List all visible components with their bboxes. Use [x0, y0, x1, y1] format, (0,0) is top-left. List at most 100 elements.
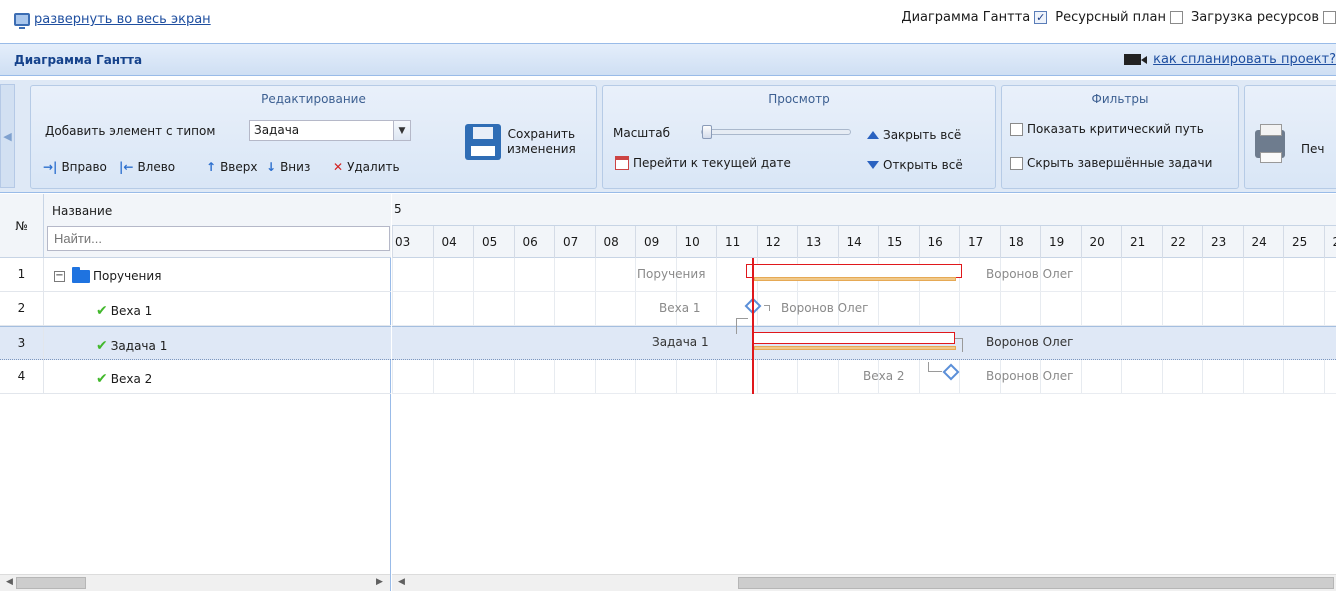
gantt-month-header: 5 [392, 194, 1336, 226]
view-resource-plan-checkbox[interactable] [1169, 11, 1183, 24]
row-name: Веха 1 [110, 304, 153, 318]
summary-bar[interactable] [746, 264, 962, 278]
indent-right-label: Вправо [61, 160, 107, 174]
howto-link-label: как спланировать проект? [1153, 52, 1336, 67]
element-type-select[interactable]: Задача ▼ [249, 120, 411, 141]
grid-scroll-thumb[interactable] [16, 577, 86, 589]
move-down-label: Вниз [280, 160, 311, 174]
element-type-value: Задача [254, 123, 300, 137]
triangle-up-icon [867, 131, 879, 139]
day-column-header: 06 [513, 226, 555, 258]
resource-label: Воронов Олег [986, 369, 1074, 383]
calendar-icon [615, 156, 629, 170]
arrow-right-icon: →| [43, 160, 58, 174]
scroll-left-icon[interactable]: ◀ [398, 577, 405, 587]
printer-icon[interactable] [1255, 124, 1285, 163]
indent-right-button[interactable]: →| Вправо [43, 160, 107, 174]
view-resource-load-label: Загрузка ресурсов [1190, 10, 1319, 25]
add-element-label: Добавить элемент с типом [45, 124, 216, 138]
row-name-cell: ✔ Задача 1 [96, 338, 167, 354]
filters-group: Фильтры Показать критический путь Скрыть… [1001, 85, 1239, 189]
gantt-body: Поручения Воронов Олег Веха 1 Воронов Ол… [392, 258, 1336, 591]
day-column-header: 09 [635, 226, 676, 258]
view-gantt-checkbox[interactable]: ✓ [1034, 11, 1048, 24]
delete-button[interactable]: ✕ Удалить [333, 160, 400, 174]
panel-header: Диаграмма Гантта как спланировать проект… [0, 43, 1336, 76]
column-header-number[interactable]: № [0, 194, 44, 258]
table-row[interactable]: 1 − Поручения [0, 258, 391, 292]
arrow-up-icon: ↑ [206, 160, 217, 174]
day-column-header: 08 [594, 226, 636, 258]
search-input[interactable] [47, 226, 390, 251]
row-number: 1 [0, 258, 44, 291]
scale-slider[interactable] [701, 125, 851, 139]
top-bar: развернуть во весь экран Диаграмма Гантт… [0, 0, 1336, 40]
row-name: Поручения [93, 269, 162, 283]
row-name-cell: − Поручения [54, 266, 162, 283]
print-label[interactable]: Печ [1301, 142, 1325, 156]
day-column-header: 18 [999, 226, 1041, 258]
row-name: Веха 2 [110, 372, 153, 386]
dependency-arrow [928, 362, 942, 372]
view-group: Просмотр Масштаб Перейти к текущей дате … [602, 85, 996, 189]
grid-horizontal-scrollbar[interactable]: ◀ ▶ [0, 574, 390, 591]
edit-group-title: Редактирование [261, 92, 366, 106]
folder-icon [72, 266, 90, 283]
table-row[interactable]: 2 ✔ Веха 1 [0, 292, 391, 326]
view-gantt-label: Диаграмма Гантта [901, 10, 1031, 25]
goto-today-label: Перейти к текущей дате [633, 156, 791, 170]
day-column-header: 15 [878, 226, 919, 258]
gantt-horizontal-scrollbar[interactable]: ◀ [392, 574, 1336, 591]
chevron-down-icon[interactable]: ▼ [393, 121, 410, 140]
summary-progress-bar [754, 277, 956, 281]
view-resource-load-checkbox[interactable] [1323, 11, 1336, 24]
expand-all-label: Открыть всё [883, 158, 963, 172]
grid-header: № Название [0, 194, 391, 258]
view-resource-plan-toggle[interactable]: Ресурсный план [1055, 10, 1183, 25]
day-column-header: 21 [1121, 226, 1162, 258]
checkmark-icon: ✔ [96, 303, 108, 319]
day-column-header: 05 [473, 226, 514, 258]
checkmark-icon: ✔ [96, 371, 108, 387]
view-gantt-toggle[interactable]: Диаграмма Гантта ✓ [901, 10, 1048, 25]
move-up-button[interactable]: ↑ Вверх [206, 160, 257, 174]
hide-completed-checkbox[interactable] [1010, 156, 1023, 170]
gantt-scroll-thumb[interactable] [738, 577, 1334, 589]
task-1-bar[interactable] [753, 332, 955, 344]
critical-path-toggle[interactable]: Показать критический путь [1010, 122, 1204, 136]
day-column-header: 07 [554, 226, 595, 258]
goto-today-button[interactable]: Перейти к текущей дате [615, 156, 791, 170]
save-changes-button[interactable]: Сохранить изменения [465, 124, 576, 160]
today-marker-line [752, 258, 754, 394]
table-row[interactable]: 3 ✔ Задача 1 [0, 326, 391, 360]
task-label-task-1: Задача 1 [652, 335, 709, 349]
critical-path-checkbox[interactable] [1010, 122, 1023, 136]
collapse-all-button[interactable]: Закрыть всё [867, 128, 961, 142]
ribbon-toolbar: ◀ Редактирование Добавить элемент с типо… [0, 80, 1336, 193]
move-down-button[interactable]: ↓ Вниз [266, 160, 310, 174]
fullscreen-link[interactable]: развернуть во весь экран [14, 12, 211, 29]
move-up-label: Вверх [220, 160, 258, 174]
task-label-milestone-2: Веха 2 [863, 369, 905, 383]
collapse-toggle-icon[interactable]: − [54, 270, 65, 282]
day-column-header: 17 [959, 226, 1000, 258]
day-column-header: 14 [837, 226, 879, 258]
scroll-right-icon[interactable]: ▶ [376, 577, 383, 587]
gantt-chart: 5 03 04 05 06 07 08 09 10 11 12 13 14 15 16 17 18 19 20 21… [392, 194, 1336, 591]
delete-label: Удалить [347, 160, 400, 174]
howto-link[interactable]: как спланировать проект? [1124, 52, 1336, 67]
scale-slider-thumb[interactable] [702, 125, 712, 139]
gantt-day-header: 03 04 05 06 07 08 09 10 11 12 13 14 15 16 17 18 19 20 21 22… [392, 226, 1336, 258]
scroll-left-icon[interactable]: ◀ [6, 577, 13, 587]
ribbon-scroll-left-button[interactable]: ◀ [0, 84, 15, 188]
hide-completed-toggle[interactable]: Скрыть завершённые задачи [1010, 156, 1212, 170]
day-column-header: 16 [918, 226, 960, 258]
day-column-header: 19 [1040, 226, 1081, 258]
row-number: 3 [0, 327, 44, 360]
view-resource-load-toggle[interactable]: Загрузка ресурсов [1191, 10, 1336, 25]
expand-all-button[interactable]: Открыть всё [867, 158, 963, 172]
column-header-name[interactable]: Название [52, 204, 112, 218]
table-row[interactable]: 4 ✔ Веха 2 [0, 360, 391, 394]
indent-left-button[interactable]: |← Влево [119, 160, 175, 174]
dependency-arrow [736, 318, 748, 334]
